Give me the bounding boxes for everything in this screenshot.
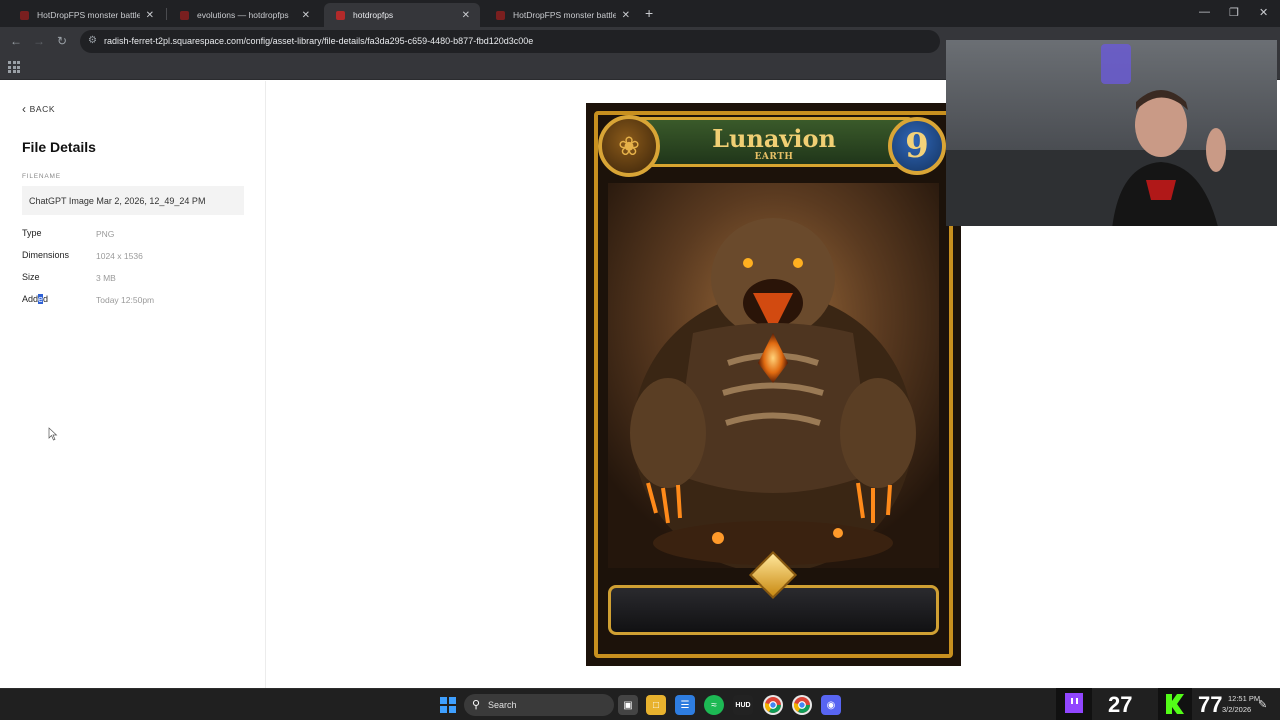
- apps-grid-icon[interactable]: [8, 61, 20, 73]
- meta-row-size: Size 3 MB: [22, 272, 252, 286]
- tab-title: HotDropFPS monster battle sty: [513, 10, 616, 20]
- card-image-preview: Lunavion EARTH ❀ 9: [586, 103, 961, 666]
- meta-key: Type: [22, 228, 42, 238]
- card-name: Lunavion: [712, 124, 836, 153]
- chrome-icon[interactable]: [792, 695, 812, 715]
- card-level: 9: [905, 126, 929, 166]
- windows-start-icon[interactable]: [438, 695, 458, 715]
- squarespace-favicon-icon: [496, 10, 505, 20]
- meta-key: Size: [22, 272, 40, 282]
- card-element: EARTH: [754, 152, 794, 162]
- tab-title: hotdropfps: [353, 10, 394, 20]
- meta-value: 3 MB: [96, 273, 116, 283]
- page-title: File Details: [22, 139, 96, 155]
- chrome-icon[interactable]: [763, 695, 783, 715]
- tab-divider: [166, 8, 167, 20]
- meta-key-part: Add: [22, 294, 39, 304]
- close-tab-icon[interactable]: ✕: [146, 10, 154, 21]
- earth-emblem-icon: ❀: [598, 115, 660, 177]
- close-tab-icon[interactable]: ✕: [622, 10, 630, 21]
- back-label: BACK: [29, 104, 56, 114]
- meta-key-part: d: [43, 294, 49, 304]
- tab-title: HotDropFPS monster battle sty: [37, 10, 140, 20]
- chevron-left-icon: ‹: [22, 102, 27, 116]
- search-icon: ⚲: [472, 699, 481, 711]
- back-arrow-icon[interactable]: ←: [10, 34, 22, 48]
- meta-key: Dimensions: [22, 250, 70, 260]
- forward-arrow-icon[interactable]: →: [33, 34, 45, 48]
- stream-stat-viewers: 27: [1108, 692, 1133, 717]
- search-placeholder: Search: [488, 700, 517, 710]
- meta-row-type: Type PNG: [22, 228, 252, 242]
- minimize-button[interactable]: —: [1199, 6, 1210, 18]
- browser-tab[interactable]: HotDropFPS monster battle sty ✕: [8, 3, 164, 27]
- streamer-figure: [1112, 90, 1226, 226]
- meta-key: Added: [22, 294, 48, 304]
- browser-tab-active[interactable]: hotdropfps ✕: [324, 3, 480, 27]
- new-tab-button[interactable]: +: [645, 6, 653, 20]
- squarespace-favicon-icon: [180, 10, 189, 20]
- taskbar-search[interactable]: ⚲ Search: [464, 694, 614, 716]
- notepad-icon[interactable]: ☰: [675, 695, 695, 715]
- filename-label: FILENAME: [22, 173, 61, 180]
- maximize-button[interactable]: ❐: [1229, 6, 1239, 19]
- spotify-icon[interactable]: ≈: [704, 695, 724, 715]
- site-settings-icon[interactable]: ⚙: [88, 35, 97, 46]
- clock-time[interactable]: 12:51 PM: [1228, 694, 1260, 703]
- tab-title: evolutions — hotdropfps: [197, 10, 289, 20]
- kick-logo-icon: [1158, 688, 1192, 720]
- back-link[interactable]: ‹ BACK: [22, 102, 56, 116]
- address-bar[interactable]: ⚙ radish-ferret-t2pl.squarespace.com/con…: [80, 30, 940, 53]
- hud-fx-icon[interactable]: HUD: [733, 695, 753, 715]
- webcam-overlay: [946, 40, 1277, 226]
- browser-tab[interactable]: evolutions — hotdropfps ✕: [168, 3, 320, 27]
- meta-value: PNG: [96, 229, 115, 239]
- squarespace-favicon-icon: [20, 10, 29, 20]
- lotus-icon: ❀: [618, 131, 640, 161]
- close-tab-icon[interactable]: ✕: [462, 10, 470, 21]
- url-text[interactable]: radish-ferret-t2pl.squarespace.com/confi…: [104, 36, 533, 46]
- clock-date[interactable]: 3/2/2026: [1222, 705, 1251, 714]
- meta-value: Today 12:50pm: [96, 295, 155, 305]
- close-window-button[interactable]: ✕: [1259, 6, 1268, 19]
- file-details-panel: ‹ BACK File Details FILENAME ChatGPT Ima…: [0, 81, 266, 688]
- close-tab-icon[interactable]: ✕: [302, 10, 310, 21]
- task-view-icon[interactable]: ▣: [618, 695, 638, 715]
- twitch-logo-icon: [1056, 688, 1092, 720]
- browser-tab[interactable]: HotDropFPS monster battle sty ✕: [484, 3, 640, 27]
- filename-field[interactable]: ChatGPT Image Mar 2, 2026, 12_49_24 PM: [22, 186, 244, 215]
- webcam-light: [1101, 44, 1131, 84]
- level-badge: 9: [888, 117, 946, 175]
- stream-stat-followers: 77: [1198, 692, 1223, 717]
- squarespace-favicon-icon: [336, 10, 345, 20]
- file-explorer-icon[interactable]: □: [646, 695, 666, 715]
- meta-row-dimensions: Dimensions 1024 x 1536: [22, 250, 252, 264]
- notification-bell-icon[interactable]: ✎: [1258, 698, 1267, 711]
- mouse-cursor-icon: [48, 427, 58, 441]
- card-name-banner: Lunavion EARTH: [634, 117, 914, 167]
- meta-value: 1024 x 1536: [96, 251, 143, 261]
- meta-row-added: Added Today 12:50pm: [22, 294, 252, 308]
- reload-icon[interactable]: ↻: [57, 34, 67, 48]
- discord-icon[interactable]: ◉: [821, 695, 841, 715]
- tab-strip: HotDropFPS monster battle sty ✕ evolutio…: [0, 0, 1280, 27]
